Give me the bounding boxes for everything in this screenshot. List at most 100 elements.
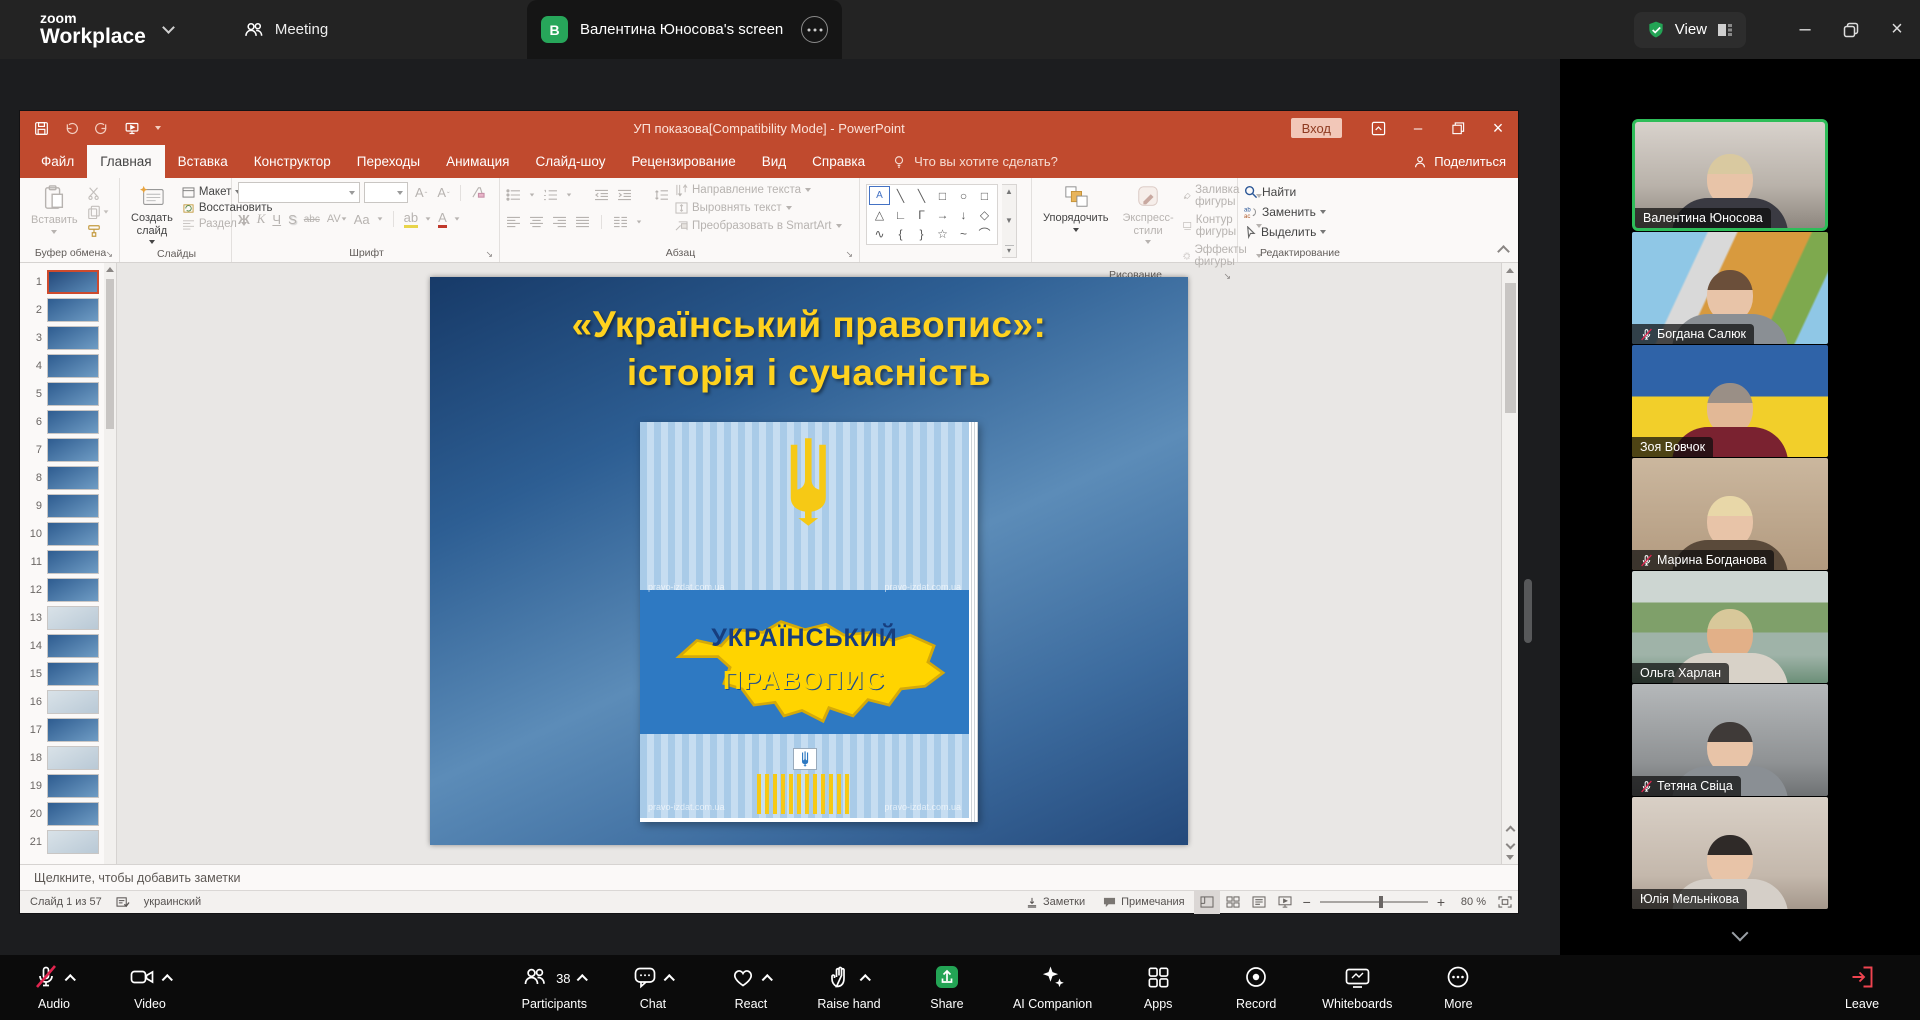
- slide-thumbnail-image[interactable]: [47, 830, 99, 854]
- shape-icon[interactable]: {: [890, 224, 911, 243]
- collapse-gallery-button[interactable]: [1714, 924, 1766, 948]
- close-button[interactable]: ×: [1874, 0, 1920, 59]
- align-center-button[interactable]: [529, 216, 544, 228]
- slide-thumbnail-12[interactable]: 12: [20, 576, 116, 604]
- slide-thumbnail-7[interactable]: 7: [20, 436, 116, 464]
- convert-smartart-button[interactable]: Преобразовать в SmartArt: [675, 220, 842, 232]
- shape-icon[interactable]: ↓: [953, 205, 974, 224]
- slide-sorter-view-button[interactable]: [1220, 891, 1246, 914]
- find-button[interactable]: Найти: [1244, 185, 1356, 199]
- participant-tile[interactable]: Валентина Юносова: [1632, 119, 1828, 231]
- scroll-up-icon[interactable]: [1506, 268, 1514, 273]
- share-button[interactable]: Share: [915, 965, 979, 1011]
- participant-tile[interactable]: Ольга Харлан: [1632, 571, 1828, 683]
- grow-font-button[interactable]: Аˆ: [412, 185, 430, 200]
- slide-thumbnail-10[interactable]: 10: [20, 520, 116, 548]
- slide-thumbnail-image[interactable]: [47, 438, 99, 462]
- scroll-down-icon[interactable]: [1506, 855, 1514, 860]
- editor-scrollbar[interactable]: [1501, 263, 1518, 864]
- chevron-up-icon[interactable]: [762, 974, 773, 985]
- zoom-in-button[interactable]: +: [1432, 894, 1450, 910]
- ribbon-tab-Файл[interactable]: Файл: [28, 145, 87, 178]
- slide-thumbnail-image[interactable]: [47, 746, 99, 770]
- slide-thumbnail-image[interactable]: [47, 466, 99, 490]
- slide-thumbnail-image[interactable]: [47, 298, 99, 322]
- zoom-workplace-logo[interactable]: zoom Workplace: [40, 11, 173, 48]
- chevron-up-icon[interactable]: [65, 974, 76, 985]
- customize-qat-icon[interactable]: [155, 126, 161, 130]
- raise-hand-button[interactable]: Raise hand: [817, 965, 881, 1011]
- slide-thumbnail-image[interactable]: [47, 690, 99, 714]
- slide-thumbnail-image[interactable]: [47, 718, 99, 742]
- chevron-up-icon[interactable]: [161, 974, 172, 985]
- thumbnail-scrollbar[interactable]: [104, 263, 116, 864]
- change-case-button[interactable]: Aa: [354, 212, 370, 227]
- copy-icon[interactable]: [87, 205, 109, 219]
- shape-icon[interactable]: ○: [953, 186, 974, 205]
- font-color-button[interactable]: А: [438, 210, 447, 228]
- slide-thumbnail-image[interactable]: [47, 522, 99, 546]
- align-right-button[interactable]: [552, 216, 567, 228]
- shape-icon[interactable]: □: [932, 186, 953, 205]
- notes-pane[interactable]: Щелкните, чтобы добавить заметки: [20, 864, 1518, 890]
- normal-view-button[interactable]: [1194, 891, 1220, 914]
- participant-tile[interactable]: Марина Богданова: [1632, 458, 1828, 570]
- reading-view-button[interactable]: [1246, 891, 1272, 914]
- slide-thumbnail-18[interactable]: 18: [20, 744, 116, 772]
- chevron-up-icon[interactable]: [664, 974, 675, 985]
- slide-thumbnail-image[interactable]: [47, 382, 99, 406]
- slide-thumbnail-4[interactable]: 4: [20, 352, 116, 380]
- align-text-button[interactable]: Выровнять текст: [675, 202, 842, 214]
- zoom-slider-handle[interactable]: [1379, 896, 1383, 908]
- save-icon[interactable]: [34, 121, 49, 136]
- slide-thumbnail-image[interactable]: [47, 802, 99, 826]
- shrink-font-button[interactable]: Аˇ: [434, 185, 452, 200]
- line-spacing-button[interactable]: [654, 189, 669, 201]
- start-slideshow-icon[interactable]: [124, 121, 140, 136]
- slide-thumbnail-6[interactable]: 6: [20, 408, 116, 436]
- share-presentation-button[interactable]: Поделиться: [1413, 145, 1506, 178]
- chevron-down-icon[interactable]: [162, 21, 175, 34]
- sign-in-button[interactable]: Вход: [1291, 118, 1342, 138]
- strikethrough-button[interactable]: abc: [304, 214, 320, 225]
- shapes-scrollbar[interactable]: ▲▼▾: [1002, 184, 1017, 258]
- apps-button[interactable]: Apps: [1126, 965, 1190, 1011]
- participant-tile[interactable]: Юлія Мельнікова: [1632, 797, 1828, 909]
- ribbon-tab-Конструктор[interactable]: Конструктор: [241, 145, 344, 178]
- slide-thumbnail-image[interactable]: [47, 578, 99, 602]
- increase-indent-button[interactable]: [617, 189, 632, 201]
- video-button[interactable]: Video: [118, 965, 182, 1011]
- highlight-color-button[interactable]: ab: [404, 210, 418, 228]
- italic-button[interactable]: К: [257, 211, 266, 227]
- leave-button[interactable]: Leave: [1830, 965, 1894, 1011]
- arrange-button[interactable]: Упорядочить: [1038, 182, 1113, 268]
- shape-icon[interactable]: ◇: [974, 205, 995, 224]
- shape-icon[interactable]: ∿: [869, 224, 890, 243]
- bullets-button[interactable]: [506, 189, 521, 201]
- dialog-launcher-icon[interactable]: ↘: [845, 249, 853, 260]
- chevron-up-icon[interactable]: [576, 974, 587, 985]
- slide-thumbnail-1[interactable]: 1: [20, 268, 116, 296]
- more-button[interactable]: More: [1426, 965, 1490, 1011]
- slide-thumbnail-image[interactable]: [47, 550, 99, 574]
- slide-canvas[interactable]: «Український правопис»: історія і сучасн…: [430, 277, 1188, 845]
- slide-thumbnail-20[interactable]: 20: [20, 800, 116, 828]
- text-direction-button[interactable]: Направление текста: [675, 184, 842, 196]
- ribbon-tab-Слайд-шоу[interactable]: Слайд-шоу: [522, 145, 618, 178]
- align-left-button[interactable]: [506, 216, 521, 228]
- slide-thumbnail-11[interactable]: 11: [20, 548, 116, 576]
- pp-minimize-button[interactable]: –: [1398, 111, 1438, 145]
- shape-icon[interactable]: ☆: [932, 224, 953, 243]
- participant-tile[interactable]: Тетяна Свіца: [1632, 684, 1828, 796]
- minimize-button[interactable]: –: [1782, 0, 1828, 59]
- scroll-up-icon[interactable]: [106, 267, 114, 272]
- shape-icon[interactable]: △: [869, 205, 890, 224]
- slide-thumbnail-image[interactable]: [47, 494, 99, 518]
- pp-restore-button[interactable]: [1438, 111, 1478, 145]
- react-button[interactable]: React: [719, 965, 783, 1011]
- quick-styles-button[interactable]: Экспресс-стили: [1117, 182, 1178, 268]
- ribbon-tab-Справка[interactable]: Справка: [799, 145, 878, 178]
- comments-toggle-button[interactable]: Примечания: [1094, 891, 1194, 914]
- shape-icon[interactable]: ╲: [911, 186, 932, 205]
- redo-icon[interactable]: [94, 121, 109, 136]
